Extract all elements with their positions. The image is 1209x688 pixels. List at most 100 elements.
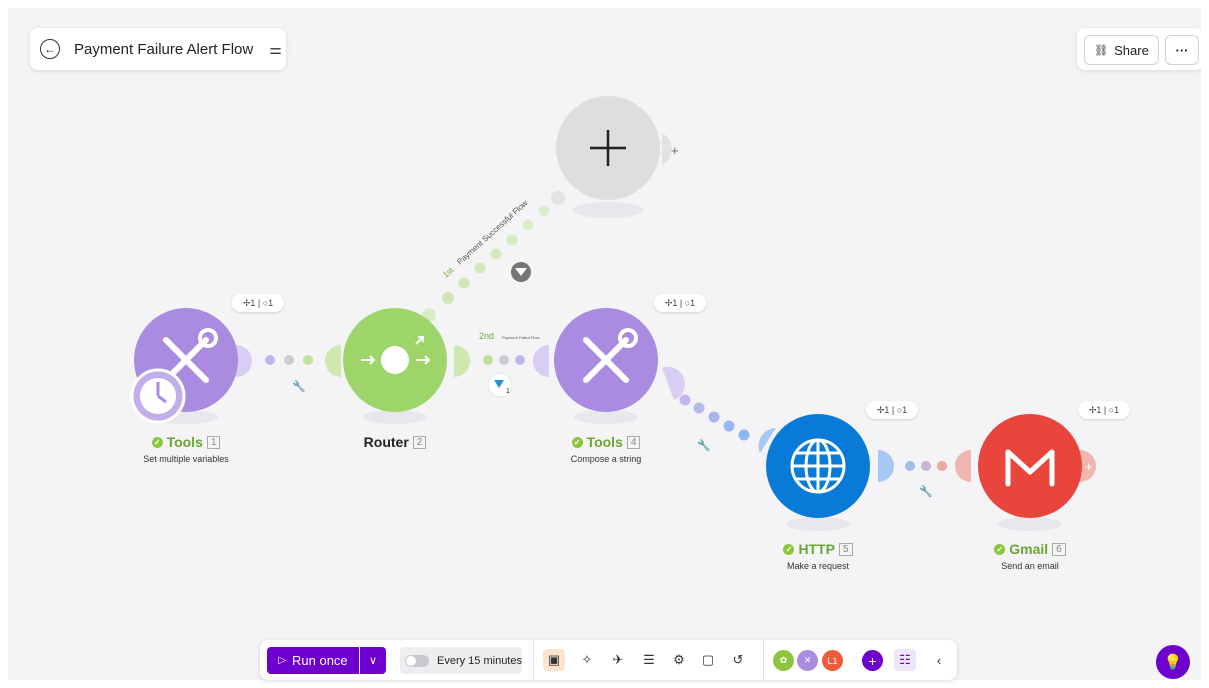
undo-icon[interactable]: ↺ [727, 649, 749, 671]
sticky-note-icon[interactable]: ▢ [697, 649, 719, 671]
tools1-label: ✓ Tools 1 Set multiple variables [116, 434, 256, 464]
link-dot [921, 461, 931, 471]
node-number: 4 [626, 435, 641, 449]
tools4-output-connector [662, 366, 686, 400]
node-number: 5 [839, 542, 853, 556]
chevron-down-icon: ∨ [368, 655, 378, 667]
back-arrow-icon[interactable]: ← [40, 39, 60, 59]
node-shadow [574, 410, 638, 424]
scenario-title[interactable]: Payment Failure Alert Flow [74, 41, 253, 58]
save-icon[interactable]: ▣ [543, 649, 565, 671]
connection-layer: 🔧 1st Payment Successful Flow 2nd Paymen… [130, 96, 1096, 531]
toolbar-divider [533, 640, 534, 680]
success-check-icon: ✓ [783, 543, 795, 555]
tools4-label: ✓ Tools 4 Compose a string [536, 434, 676, 464]
wrench-icon[interactable]: 🔧 [697, 438, 711, 452]
link-dot [551, 191, 565, 205]
more-options-button[interactable]: ··· [1165, 35, 1199, 65]
http-output-connector [878, 450, 894, 482]
link-dot [499, 355, 509, 365]
scenario-title-bar: ← Payment Failure Alert Flow ⚌ [30, 28, 286, 70]
lightbulb-icon[interactable]: 💡 [1156, 645, 1190, 679]
chevron-left-icon[interactable]: ‹ [928, 649, 950, 671]
node-description: Send an email [1001, 561, 1059, 571]
node-shadow [363, 410, 427, 424]
operations-badge[interactable]: ✢1 | ○1 [866, 401, 918, 419]
node-number: 6 [1052, 542, 1066, 556]
filter-count: 1 [506, 388, 510, 395]
wrench-icon[interactable]: 🔧 [292, 379, 306, 393]
node-name: Router [363, 434, 409, 450]
link-dot [538, 205, 550, 217]
link-dot [458, 277, 470, 289]
route-label-2[interactable]: Payment Failed Flow [502, 335, 539, 340]
tools-app-icon[interactable]: ✕ [797, 650, 818, 671]
route-order-1: 1st [441, 265, 456, 279]
node-shadow [572, 202, 644, 218]
share-icon: ⛓ [1094, 44, 1109, 57]
operations-badge[interactable]: ✢1 | ○1 [232, 294, 284, 312]
settings-sliders-icon[interactable]: ⚌ [269, 41, 282, 58]
schedule-label: Every 15 minutes [437, 654, 522, 667]
operations-badge[interactable]: ✢1 | ○1 [654, 294, 706, 312]
link-dot [515, 355, 525, 365]
node-name: Tools [586, 434, 623, 450]
operations-badge[interactable]: ✢1 | ○1 [1078, 401, 1130, 419]
link-dot [442, 292, 454, 304]
link-dot [693, 402, 705, 414]
router-input-connector [325, 345, 341, 377]
router-output-connector [454, 345, 470, 377]
node-shadow [998, 517, 1062, 531]
bottom-toolbar: ▷ Run once ∨ Every 15 minutes ▣ ✧ ✈ ☰ ⚙ … [260, 640, 957, 680]
link-dot [522, 219, 534, 231]
share-button[interactable]: ⛓ Share [1084, 35, 1159, 65]
router-icon [381, 346, 409, 374]
link-dot [905, 461, 915, 471]
success-check-icon: ✓ [151, 436, 163, 448]
run-options-dropdown[interactable]: ∨ [360, 647, 386, 674]
run-once-button[interactable]: ▷ Run once [267, 647, 359, 674]
tools1-output-connector [236, 345, 252, 377]
node-description: Compose a string [570, 454, 642, 464]
route-order-2: 2nd [479, 331, 494, 341]
http-label: ✓ HTTP 5 Make a request [748, 541, 888, 571]
play-icon: ▷ [278, 655, 287, 666]
notes-icon[interactable]: ☰ [638, 649, 660, 671]
checklist-icon[interactable]: ☷ [894, 649, 916, 671]
settings-gear-icon[interactable]: ⚙ [668, 649, 690, 671]
link-dot [937, 461, 947, 471]
link-dot [679, 394, 691, 406]
link-dot [284, 355, 294, 365]
link-dot [303, 355, 313, 365]
run-once-label: Run once [292, 653, 348, 668]
success-check-icon: ✓ [571, 436, 583, 448]
user-avatar[interactable]: L1 [822, 650, 843, 671]
magic-wand-icon[interactable]: ✧ [576, 649, 598, 671]
tools4-input-connector [533, 345, 549, 377]
link-dot [506, 234, 518, 246]
node-description: Set multiple variables [143, 454, 229, 464]
node-description: Make a request [786, 561, 850, 571]
router-app-icon[interactable]: ✿ [773, 650, 794, 671]
link-dot [723, 420, 735, 432]
globe-icon [790, 438, 846, 494]
schedule-toggle[interactable]: Every 15 minutes [400, 647, 522, 674]
add-module-button[interactable]: + [862, 650, 883, 671]
gmail-node[interactable] [978, 414, 1082, 518]
scenario-canvas[interactable]: 🔧 1st Payment Successful Flow 2nd Paymen… [8, 8, 1201, 680]
node-number: 2 [412, 435, 427, 449]
toggle-switch[interactable] [405, 654, 429, 667]
link-dot [490, 248, 502, 260]
node-number: 1 [206, 435, 221, 449]
router-label: Router 2 [325, 434, 465, 450]
share-actions: ⛓ Share ··· [1077, 28, 1201, 70]
link-dot [738, 429, 750, 441]
plus-icon[interactable]: + [1085, 459, 1093, 474]
node-name: Tools [166, 434, 203, 450]
link-dot [265, 355, 275, 365]
wrench-icon[interactable]: 🔧 [919, 484, 933, 498]
flow-icon[interactable]: ✈ [607, 649, 629, 671]
node-name: Gmail [1009, 541, 1049, 557]
plus-icon[interactable]: + [671, 143, 679, 158]
link-dot [474, 262, 486, 274]
